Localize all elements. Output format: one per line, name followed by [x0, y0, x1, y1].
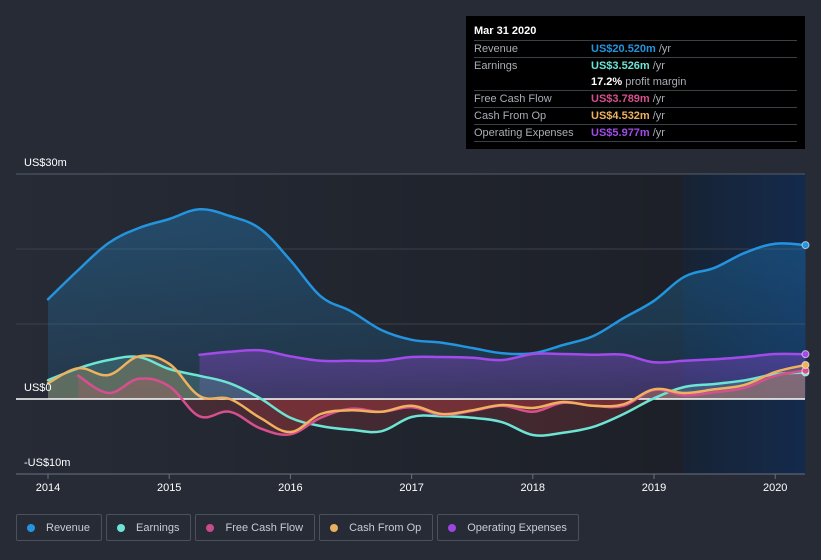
legend-dot-icon — [330, 523, 339, 532]
tooltip-label: Cash From Op — [474, 110, 547, 122]
tooltip-date: Mar 31 2020 — [474, 23, 797, 41]
legend-label: Operating Expenses — [467, 521, 567, 534]
tooltip-label: Revenue — [474, 43, 519, 55]
legend: Revenue Earnings Free Cash Flow Cash Fro… — [16, 514, 579, 541]
x-axis-ticks: 2014 2015 2016 2017 2018 2019 2020 — [36, 474, 787, 494]
tooltip-value: US$3.789m — [591, 93, 650, 105]
tooltip-value: 17.2% — [591, 76, 623, 88]
legend-item-free-cash-flow[interactable]: Free Cash Flow — [195, 514, 316, 541]
tooltip-row-profit-margin: 17.2% profit margin — [474, 74, 797, 91]
x-tick-label: 2018 — [521, 482, 545, 494]
tooltip-value: US$4.532m — [591, 110, 650, 122]
y-axis-label: -US$10m — [24, 457, 70, 469]
legend-label: Earnings — [136, 521, 180, 534]
tooltip-label: Free Cash Flow — [474, 93, 552, 105]
tooltip-unit: /yr — [652, 93, 665, 105]
legend-item-revenue[interactable]: Revenue — [16, 514, 103, 541]
x-tick-label: 2020 — [763, 482, 787, 494]
tooltip-row-operating-expenses: Operating Expenses US$5.977m /yr — [474, 125, 797, 142]
legend-label: Cash From Op — [349, 521, 422, 534]
endpoint-marker-operating-expenses — [801, 350, 810, 359]
legend-item-cash-from-op[interactable]: Cash From Op — [319, 514, 434, 541]
x-tick-label: 2017 — [399, 482, 423, 494]
x-tick-label: 2015 — [157, 482, 181, 494]
x-tick-label: 2016 — [278, 482, 302, 494]
legend-label: Free Cash Flow — [225, 521, 304, 534]
tooltip-unit: /yr — [652, 127, 665, 139]
legend-dot-icon — [448, 523, 457, 532]
tooltip-row-earnings: Earnings US$3.526m /yr — [474, 58, 797, 74]
tooltip: Mar 31 2020 Revenue US$20.520m /yr Earni… — [466, 16, 805, 149]
endpoint-marker-revenue — [801, 241, 810, 250]
tooltip-label: Earnings — [474, 60, 518, 72]
legend-dot-icon — [117, 523, 126, 532]
tooltip-unit: /yr — [658, 43, 672, 55]
tooltip-label: Operating Expenses — [474, 127, 574, 139]
tooltip-value: US$5.977m — [591, 127, 650, 139]
tooltip-label — [474, 74, 591, 90]
tooltip-value: US$3.526m — [591, 60, 650, 72]
legend-label: Revenue — [46, 521, 91, 534]
y-axis-label: US$0 — [24, 382, 52, 394]
tooltip-unit: /yr — [652, 60, 665, 72]
legend-dot-icon — [27, 523, 35, 532]
x-tick-label: 2014 — [36, 482, 60, 494]
tooltip-unit: /yr — [652, 110, 665, 122]
x-tick-label: 2019 — [642, 482, 666, 494]
legend-item-earnings[interactable]: Earnings — [106, 514, 192, 541]
tooltip-row-revenue: Revenue US$20.520m /yr — [474, 41, 797, 58]
endpoint-marker-cash-from-op — [801, 361, 810, 370]
legend-item-operating-expenses[interactable]: Operating Expenses — [437, 514, 579, 541]
tooltip-row-cash-from-op: Cash From Op US$4.532m /yr — [474, 108, 797, 125]
tooltip-row-free-cash-flow: Free Cash Flow US$3.789m /yr — [474, 91, 797, 108]
legend-dot-icon — [206, 523, 215, 532]
tooltip-unit: profit margin — [625, 76, 687, 88]
tooltip-value: US$20.520m — [591, 43, 656, 55]
y-axis-label: US$30m — [24, 157, 67, 169]
